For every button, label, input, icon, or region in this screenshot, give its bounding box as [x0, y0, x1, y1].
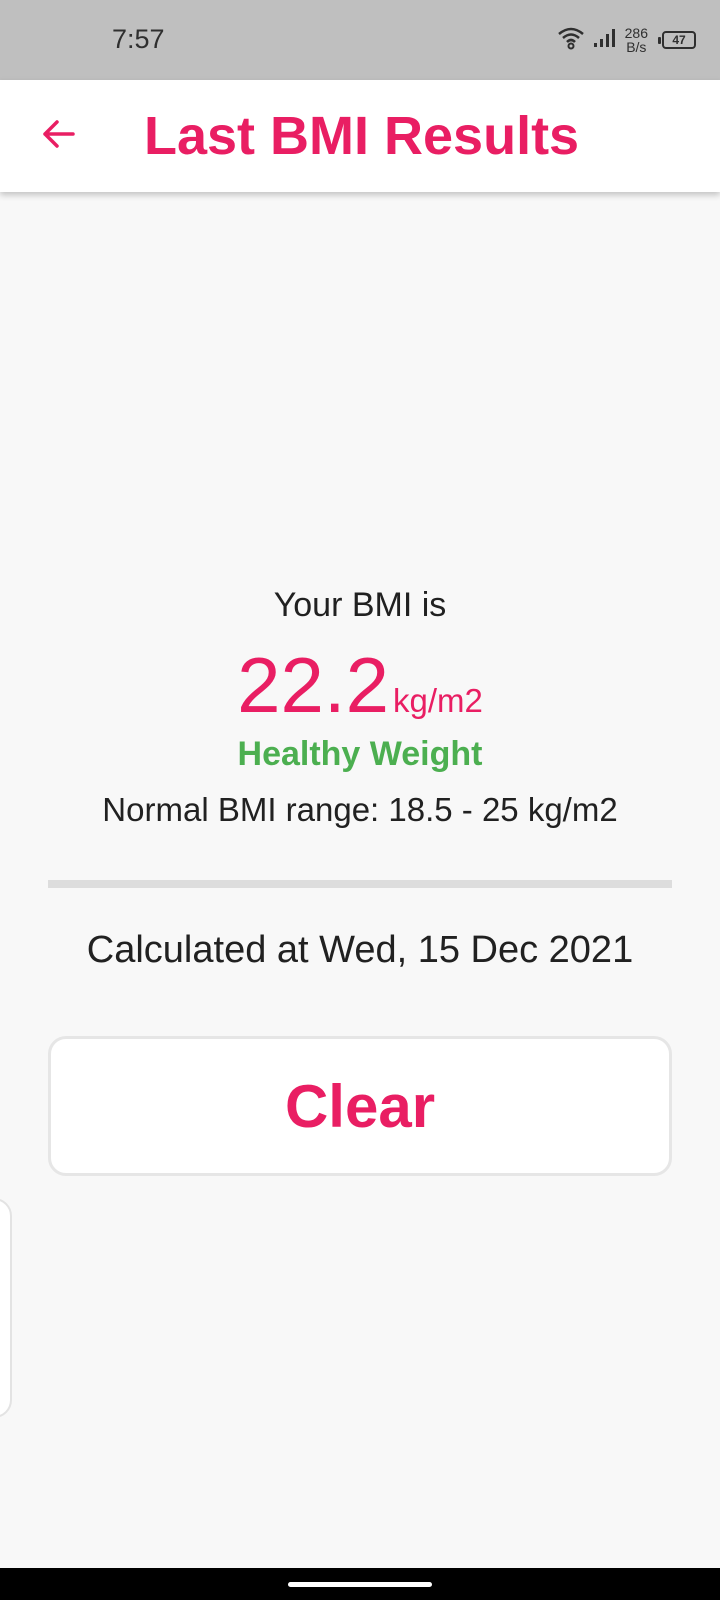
back-button[interactable] — [28, 106, 88, 166]
bmi-value: 22.2 — [237, 641, 389, 729]
side-panel-handle[interactable] — [0, 1198, 12, 1418]
status-time: 7:57 — [112, 24, 165, 54]
page-title: Last BMI Results — [144, 106, 580, 166]
network-speed: 286 B/s — [625, 26, 648, 54]
network-speed-value: 286 — [624, 25, 648, 41]
navigation-bar — [0, 1568, 720, 1600]
network-speed-unit: B/s — [626, 39, 647, 55]
bmi-normal-range: Normal BMI range: 18.5 - 25 kg/m2 — [102, 791, 618, 828]
app-bar: Last BMI Results — [0, 80, 720, 192]
calculated-at: Calculated at Wed, 15 Dec 2021 — [86, 929, 634, 971]
divider — [48, 880, 672, 888]
clear-button[interactable]: Clear — [48, 1036, 672, 1176]
battery-icon: 47 — [658, 31, 696, 49]
status-icons: 286 B/s 47 — [557, 22, 696, 58]
arrow-left-icon — [40, 118, 76, 155]
bmi-value-row: 22.2 kg/m2 — [0, 640, 720, 730]
signal-icon — [593, 27, 617, 54]
bmi-label: Your BMI is — [273, 586, 447, 624]
bmi-result: Your BMI is 22.2 kg/m2 Healthy Weight No… — [0, 580, 720, 834]
wifi-icon — [557, 26, 585, 55]
status-bar: 7:57 286 B/s 47 — [0, 0, 720, 80]
bmi-unit: kg/m2 — [392, 682, 483, 719]
bmi-category: Healthy Weight — [237, 735, 483, 773]
home-indicator[interactable] — [288, 1582, 432, 1587]
battery-level: 47 — [672, 33, 686, 47]
